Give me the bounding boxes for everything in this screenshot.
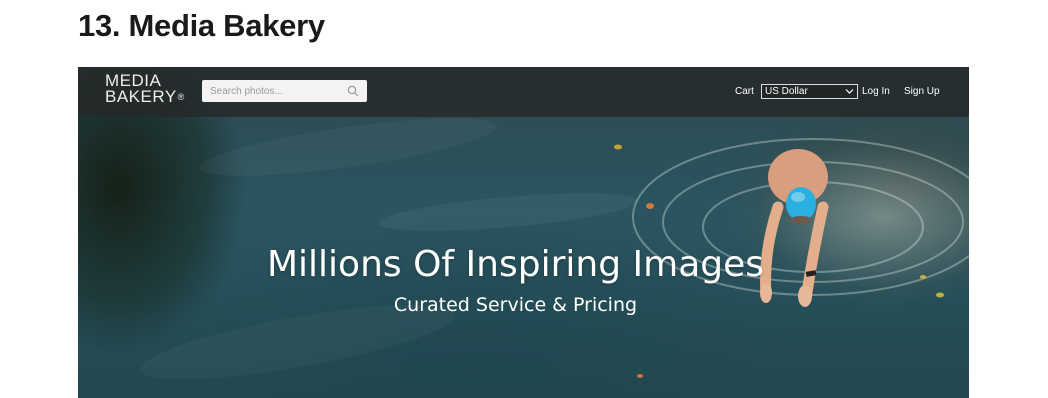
login-link[interactable]: Log In [862,86,890,97]
navbar: MEDIA BAKERY® Cart US Dollar Log In Sign… [78,67,969,117]
hero-headline: Millions Of Inspiring Images [266,244,765,285]
chevron-down-icon [845,89,854,94]
cart-link[interactable]: Cart [735,86,754,97]
logo-line-2: BAKERY [105,87,177,106]
signup-link[interactable]: Sign Up [904,86,940,97]
site-logo[interactable]: MEDIA BAKERY® [105,72,185,106]
currency-selected-value: US Dollar [765,86,808,97]
hero-subline: Curated Service & Pricing [393,294,638,316]
search-box [202,80,367,102]
search-input[interactable] [208,84,342,98]
registered-mark: ® [177,92,185,102]
currency-select[interactable]: US Dollar [761,84,858,99]
search-icon[interactable] [347,85,359,97]
website-screenshot: MEDIA BAKERY® Cart US Dollar Log In Sign… [78,67,969,398]
article-heading: 13. Media Bakery [78,8,325,43]
